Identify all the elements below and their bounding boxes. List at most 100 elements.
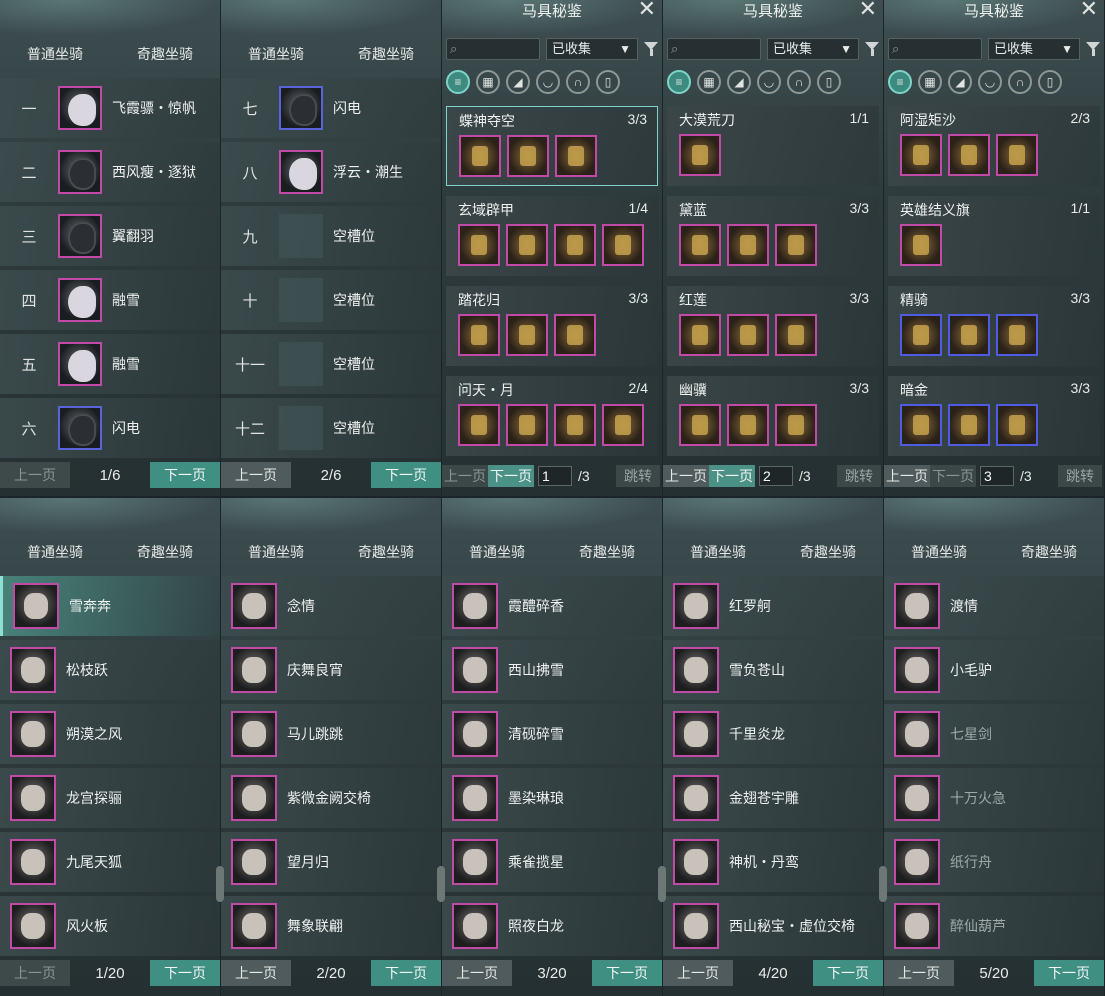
tack-item-icon[interactable] xyxy=(679,404,721,446)
slot-row[interactable]: 二 西风瘦・逐狱 xyxy=(0,142,220,202)
tack-item-icon[interactable] xyxy=(900,134,942,176)
list-category-icon[interactable]: ≡ xyxy=(667,70,691,94)
tack-item-icon[interactable] xyxy=(900,404,942,446)
stirrup-category-icon[interactable]: ◡ xyxy=(536,70,560,94)
next-page-button[interactable]: 下一页 xyxy=(488,465,534,487)
close-icon[interactable]: ✕ xyxy=(1080,0,1098,20)
tack-set-card[interactable]: 阿湿矩沙 2/3 xyxy=(888,106,1100,186)
list-category-icon[interactable]: ≡ xyxy=(446,70,470,94)
collected-filter-select[interactable]: 已收集 ▼ xyxy=(546,38,638,60)
prev-page-button[interactable]: 上一页 xyxy=(884,960,954,986)
tack-item-icon[interactable] xyxy=(554,404,596,446)
tack-item-icon[interactable] xyxy=(555,135,597,177)
tack-item-icon[interactable] xyxy=(679,224,721,266)
tack-set-card[interactable]: 黛蓝 3/3 xyxy=(667,196,879,276)
fun-mount-row[interactable]: 雪负苍山 xyxy=(663,640,883,700)
fun-mount-row[interactable]: 金翅苍宇雕 xyxy=(663,768,883,828)
tab-fun-mounts[interactable]: 奇趣坐骑 xyxy=(350,44,422,68)
tack-item-icon[interactable] xyxy=(602,224,644,266)
tack-item-icon[interactable] xyxy=(506,404,548,446)
tab-fun-mounts[interactable]: 奇趣坐骑 xyxy=(1013,542,1085,566)
prev-page-button[interactable]: 上一页 xyxy=(884,465,930,487)
fun-mount-row[interactable]: 西山秘宝・虚位交椅 xyxy=(663,896,883,956)
tack-item-icon[interactable] xyxy=(507,135,549,177)
collected-filter-select[interactable]: 已收集 ▼ xyxy=(767,38,859,60)
close-icon[interactable]: ✕ xyxy=(638,0,656,20)
page-number-input[interactable]: 1 xyxy=(538,466,572,486)
next-page-button[interactable]: 下一页 xyxy=(150,960,220,986)
tab-fun-mounts[interactable]: 奇趣坐骑 xyxy=(129,542,201,566)
tab-normal-mounts[interactable]: 普通坐骑 xyxy=(903,542,975,566)
tack-item-icon[interactable] xyxy=(775,314,817,356)
tack-item-icon[interactable] xyxy=(727,404,769,446)
tack-item-icon[interactable] xyxy=(900,314,942,356)
search-input[interactable]: ⌕ xyxy=(888,38,982,60)
fun-mount-row[interactable]: 马儿跳跳 xyxy=(221,704,441,764)
fun-mount-row[interactable]: 西山拂雪 xyxy=(442,640,662,700)
horseshoe-category-icon[interactable]: ∩ xyxy=(566,70,590,94)
prev-page-button[interactable]: 上一页 xyxy=(663,960,733,986)
armor-category-icon[interactable]: ▯ xyxy=(596,70,620,94)
slot-row[interactable]: 十二 空槽位 xyxy=(221,398,441,458)
search-input[interactable]: ⌕ xyxy=(446,38,540,60)
slot-row[interactable]: 三 翼翻羽 xyxy=(0,206,220,266)
next-page-button[interactable]: 下一页 xyxy=(371,960,441,986)
tack-item-icon[interactable] xyxy=(948,404,990,446)
slot-row[interactable]: 七 闪电 xyxy=(221,78,441,138)
tack-item-icon[interactable] xyxy=(458,404,500,446)
fun-mount-row[interactable]: 照夜白龙 xyxy=(442,896,662,956)
tack-set-card[interactable]: 玄域辟甲 1/4 xyxy=(446,196,658,276)
tack-set-card[interactable]: 蝶神夺空 3/3 xyxy=(446,106,658,186)
fun-mount-row[interactable]: 九尾天狐 xyxy=(0,832,220,892)
tack-item-icon[interactable] xyxy=(554,314,596,356)
tab-normal-mounts[interactable]: 普通坐骑 xyxy=(240,542,312,566)
prev-page-button[interactable]: 上一页 xyxy=(221,960,291,986)
grid-category-icon[interactable]: ▦ xyxy=(697,70,721,94)
tab-fun-mounts[interactable]: 奇趣坐骑 xyxy=(571,542,643,566)
fun-mount-row[interactable]: 风火板 xyxy=(0,896,220,956)
prev-page-button[interactable]: 上一页 xyxy=(221,462,291,488)
tack-set-card[interactable]: 红莲 3/3 xyxy=(667,286,879,366)
prev-page-button[interactable]: 上一页 xyxy=(0,462,70,488)
tack-item-icon[interactable] xyxy=(948,314,990,356)
armor-category-icon[interactable]: ▯ xyxy=(1038,70,1062,94)
filter-icon[interactable] xyxy=(1084,40,1100,58)
tab-fun-mounts[interactable]: 奇趣坐骑 xyxy=(350,542,422,566)
tack-item-icon[interactable] xyxy=(506,314,548,356)
list-category-icon[interactable]: ≡ xyxy=(888,70,912,94)
grid-category-icon[interactable]: ▦ xyxy=(476,70,500,94)
stirrup-category-icon[interactable]: ◡ xyxy=(978,70,1002,94)
fun-mount-row[interactable]: 醉仙葫芦 xyxy=(884,896,1104,956)
slot-row[interactable]: 十一 空槽位 xyxy=(221,334,441,394)
scroll-handle[interactable] xyxy=(216,866,224,902)
fun-mount-row[interactable]: 十万火急 xyxy=(884,768,1104,828)
jump-button[interactable]: 跳转 xyxy=(1058,465,1102,487)
tab-normal-mounts[interactable]: 普通坐骑 xyxy=(682,542,754,566)
tack-item-icon[interactable] xyxy=(554,224,596,266)
slot-row[interactable]: 四 融雪 xyxy=(0,270,220,330)
fun-mount-row[interactable]: 紫微金阙交椅 xyxy=(221,768,441,828)
tack-set-card[interactable]: 精骑 3/3 xyxy=(888,286,1100,366)
tack-item-icon[interactable] xyxy=(727,224,769,266)
tack-item-icon[interactable] xyxy=(458,314,500,356)
grid-category-icon[interactable]: ▦ xyxy=(918,70,942,94)
tack-item-icon[interactable] xyxy=(996,404,1038,446)
saddle-category-icon[interactable]: ◢ xyxy=(948,70,972,94)
fun-mount-row[interactable]: 墨染琳琅 xyxy=(442,768,662,828)
slot-row[interactable]: 八 浮云・潮生 xyxy=(221,142,441,202)
slot-row[interactable]: 一 飞霞骠・惊帆 xyxy=(0,78,220,138)
filter-icon[interactable] xyxy=(863,40,879,58)
slot-row[interactable]: 十 空槽位 xyxy=(221,270,441,330)
jump-button[interactable]: 跳转 xyxy=(616,465,660,487)
tab-normal-mounts[interactable]: 普通坐骑 xyxy=(19,542,91,566)
search-input[interactable]: ⌕ xyxy=(667,38,761,60)
tack-item-icon[interactable] xyxy=(458,224,500,266)
next-page-button[interactable]: 下一页 xyxy=(150,462,220,488)
tack-item-icon[interactable] xyxy=(459,135,501,177)
next-page-button[interactable]: 下一页 xyxy=(930,465,976,487)
armor-category-icon[interactable]: ▯ xyxy=(817,70,841,94)
tack-set-card[interactable]: 英雄结义旗 1/1 xyxy=(888,196,1100,276)
fun-mount-row[interactable]: 念情 xyxy=(221,576,441,636)
tack-set-card[interactable]: 踏花归 3/3 xyxy=(446,286,658,366)
fun-mount-row[interactable]: 渡情 xyxy=(884,576,1104,636)
